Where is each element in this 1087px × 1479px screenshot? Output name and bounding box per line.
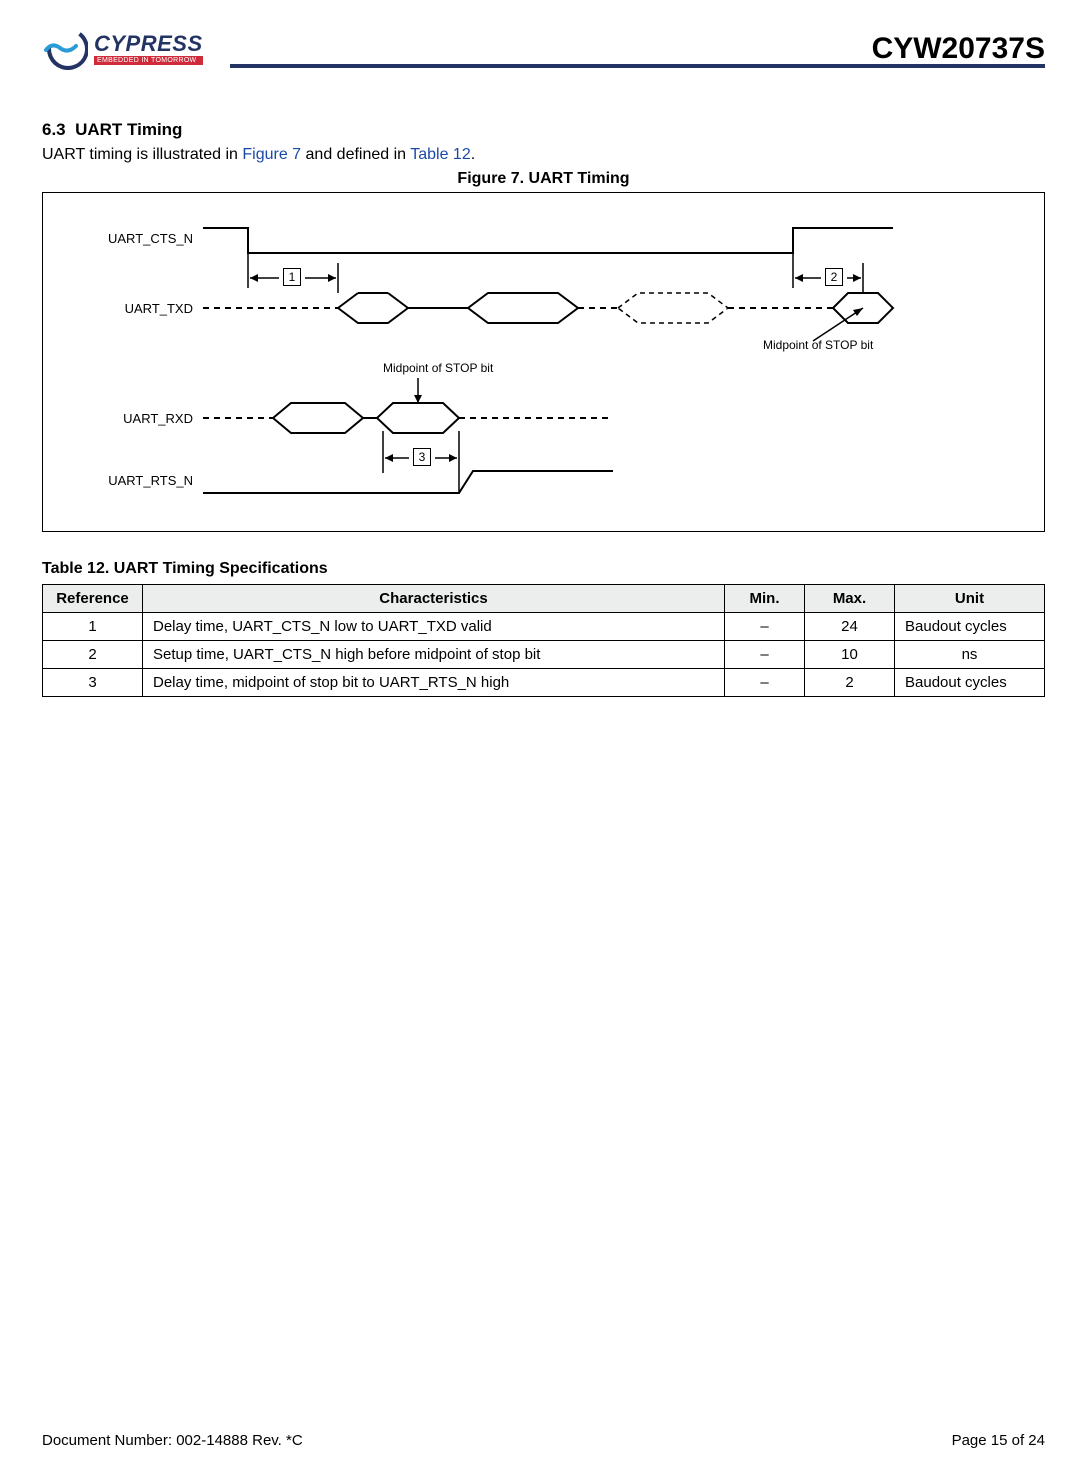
table-row: 2 Setup time, UART_CTS_N high before mid… xyxy=(43,641,1045,669)
logo-text: CYPRESS xyxy=(94,33,203,55)
col-unit: Unit xyxy=(895,585,1045,613)
section-number: 6.3 xyxy=(42,120,66,139)
timing-diagram xyxy=(73,213,1013,513)
document-number: Document Number: 002-14888 Rev. *C xyxy=(42,1432,303,1449)
logo-icon xyxy=(42,28,88,70)
table-header-row: Reference Characteristics Min. Max. Unit xyxy=(43,585,1045,613)
table-caption: Table 12. UART Timing Specifications xyxy=(42,560,1045,578)
logo-subtitle: EMBEDDED IN TOMORROW xyxy=(94,56,203,65)
intro-paragraph: UART timing is illustrated in Figure 7 a… xyxy=(42,146,1045,164)
section-title: UART Timing xyxy=(75,120,182,139)
figure-7: UART_CTS_N UART_TXD UART_RXD UART_RTS_N … xyxy=(42,192,1045,532)
page-footer: Document Number: 002-14888 Rev. *C Page … xyxy=(42,1432,1045,1449)
figure-link[interactable]: Figure 7 xyxy=(242,146,301,163)
part-number: CYW20737S xyxy=(872,32,1045,66)
page-header: CYPRESS EMBEDDED IN TOMORROW CYW20737S xyxy=(42,28,1045,76)
table-row: 3 Delay time, midpoint of stop bit to UA… xyxy=(43,669,1045,697)
col-max: Max. xyxy=(805,585,895,613)
figure-caption: Figure 7. UART Timing xyxy=(42,170,1045,188)
logo: CYPRESS EMBEDDED IN TOMORROW xyxy=(42,28,203,70)
header-rule xyxy=(230,64,1045,68)
table-row: 1 Delay time, UART_CTS_N low to UART_TXD… xyxy=(43,613,1045,641)
timing-spec-table: Reference Characteristics Min. Max. Unit… xyxy=(42,584,1045,697)
page-number: Page 15 of 24 xyxy=(952,1432,1045,1449)
col-min: Min. xyxy=(725,585,805,613)
col-reference: Reference xyxy=(43,585,143,613)
section-heading: 6.3 UART Timing xyxy=(42,120,1045,140)
table-link[interactable]: Table 12 xyxy=(410,146,471,163)
col-characteristics: Characteristics xyxy=(143,585,725,613)
